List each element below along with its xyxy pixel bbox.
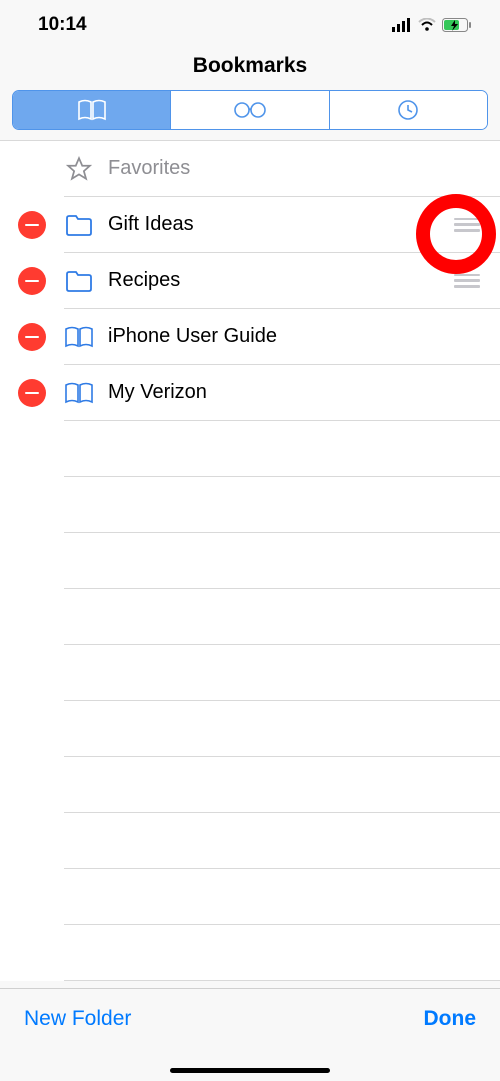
- row-label: iPhone User Guide: [108, 325, 484, 348]
- delete-button[interactable]: [18, 323, 46, 351]
- clock-icon: [397, 99, 419, 121]
- book-icon: [77, 99, 107, 121]
- row-my-verizon[interactable]: My Verizon: [0, 365, 500, 421]
- book-icon: [64, 382, 94, 404]
- favorites-label: Favorites: [108, 157, 484, 180]
- drag-handle-icon[interactable]: [454, 218, 480, 232]
- home-indicator[interactable]: [170, 1068, 330, 1073]
- done-button[interactable]: Done: [424, 1007, 477, 1031]
- status-time: 10:14: [38, 14, 87, 36]
- empty-row: [0, 533, 500, 589]
- empty-row: [0, 925, 500, 981]
- folder-icon: [64, 214, 94, 236]
- row-iphone-user-guide[interactable]: iPhone User Guide: [0, 309, 500, 365]
- drag-handle-icon[interactable]: [454, 274, 480, 288]
- glasses-icon: [233, 101, 267, 119]
- battery-charging-icon: [442, 18, 472, 32]
- star-icon: [64, 156, 94, 182]
- tab-bookmarks[interactable]: [13, 91, 170, 129]
- empty-row: [0, 813, 500, 869]
- delete-button[interactable]: [18, 379, 46, 407]
- segmented-control: [12, 90, 488, 130]
- row-favorites: Favorites: [0, 141, 500, 197]
- empty-row: [0, 645, 500, 701]
- tab-history[interactable]: [329, 91, 487, 129]
- book-icon: [64, 326, 94, 348]
- empty-row: [0, 589, 500, 645]
- empty-row: [0, 757, 500, 813]
- row-gift-ideas[interactable]: Gift Ideas: [0, 197, 500, 253]
- cellular-icon: [392, 18, 412, 32]
- status-icons: [392, 18, 472, 32]
- bookmarks-list: Favorites Gift Ideas Recipes iPho: [0, 140, 500, 981]
- page-title: Bookmarks: [0, 44, 500, 90]
- empty-row: [0, 421, 500, 477]
- row-label: Gift Ideas: [108, 213, 454, 236]
- wifi-icon: [418, 18, 436, 32]
- delete-button[interactable]: [18, 211, 46, 239]
- delete-button[interactable]: [18, 267, 46, 295]
- row-label: Recipes: [108, 269, 454, 292]
- tab-reading-list[interactable]: [170, 91, 328, 129]
- status-bar: 10:14: [0, 0, 500, 44]
- folder-icon: [64, 270, 94, 292]
- row-recipes[interactable]: Recipes: [0, 253, 500, 309]
- empty-row: [0, 477, 500, 533]
- empty-row: [0, 701, 500, 757]
- empty-row: [0, 869, 500, 925]
- row-label: My Verizon: [108, 381, 484, 404]
- new-folder-button[interactable]: New Folder: [24, 1007, 131, 1031]
